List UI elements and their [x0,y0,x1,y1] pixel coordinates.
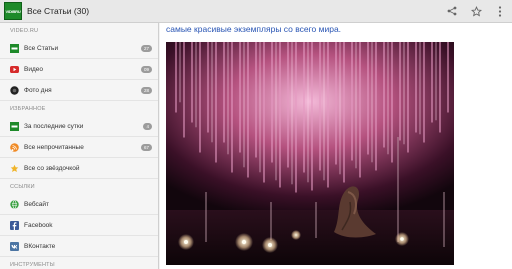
nav-item-count: 67 [140,143,152,151]
nav-item-label: Все Статьи [24,44,59,52]
wisteria-tree-image [166,42,454,265]
rss-icon [10,142,19,152]
section-header-source: VIDEO.RU [10,27,39,34]
navigation-drawer: VIDEO.RU Все Статьи 27 Видео 09 Фото дня… [0,23,159,269]
app-title: Все Статьи (30) [27,6,90,16]
nav-item-count: 27 [140,44,152,52]
nav-item-vkontakte[interactable]: ВКонтакте [0,236,158,257]
nav-item-label: Видео [24,65,43,73]
nav-item-last-day[interactable]: За последние сутки 4 [0,116,158,137]
nav-item-starred[interactable]: Все со звёздочкой [0,158,158,179]
nav-item-all-articles[interactable]: Все Статьи 27 [0,38,158,59]
star-icon [10,164,19,173]
share-button[interactable] [440,0,464,23]
nav-item-facebook[interactable]: Facebook [0,215,158,236]
overflow-menu-button[interactable] [488,0,512,23]
vk-icon [10,241,19,251]
nav-item-label: За последние сутки [24,122,84,130]
app-logo[interactable]: VIDIBRU [4,2,22,20]
nav-item-video[interactable]: Видео 09 [0,59,158,80]
more-vert-icon [498,5,502,17]
camera-icon [10,85,19,95]
share-icon [447,6,457,16]
nav-item-count: 4 [143,122,152,130]
nav-item-label: ВКонтакте [24,242,56,250]
vidiru-logo-icon [10,121,19,131]
vidiru-logo-icon [10,43,19,53]
section-header-favorites: ИЗБРАННОЕ [10,105,46,112]
article-text: самые красивые экземпляры со всего мира. [166,24,342,34]
nav-item-label: Фото дня [24,86,52,94]
globe-icon [10,199,19,209]
section-header-tools: ИНСТРУМЕНТЫ [10,261,55,268]
article-photo[interactable] [166,42,454,265]
nav-item-count: 09 [140,65,152,73]
app-bar: VIDIBRU Все Статьи (30) [0,0,512,23]
nav-item-photo-of-day[interactable]: Фото дня 28 [0,80,158,101]
nav-item-label: Все со звёздочкой [24,164,80,172]
appbar-actions [440,0,512,23]
nav-item-label: Все непрочитанные [24,143,84,151]
star-outline-icon [470,5,482,16]
article-content: самые красивые экземпляры со всего мира. [160,23,512,269]
nav-item-label: Вебсайт [24,200,50,208]
nav-item-count: 28 [140,86,152,94]
star-button[interactable] [464,0,488,23]
nav-item-label: Facebook [24,221,53,229]
nav-item-all-unread[interactable]: Все непрочитанные 67 [0,137,158,158]
nav-item-website[interactable]: Вебсайт [0,194,158,215]
facebook-icon [10,220,19,230]
section-header-links: ССЫЛКИ [10,183,35,190]
youtube-icon [10,65,19,74]
